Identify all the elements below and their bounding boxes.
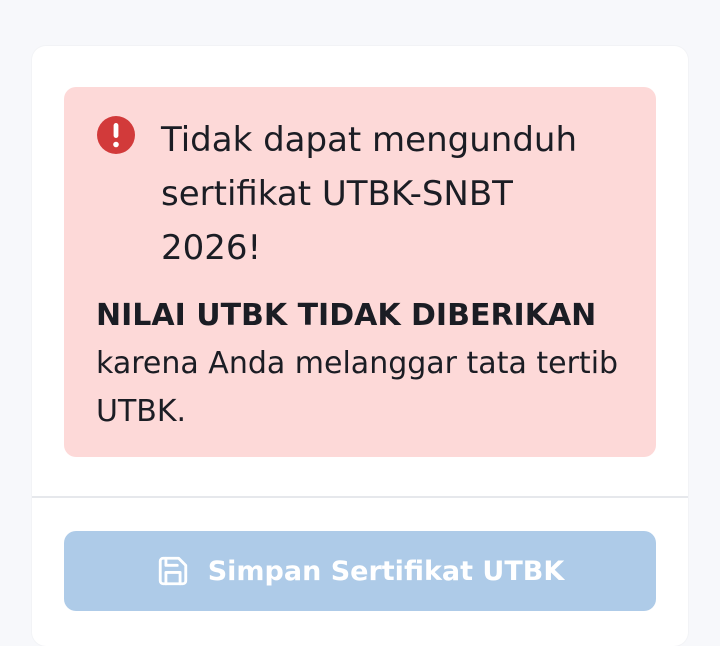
certificate-card: Tidak dapat mengunduh sertifikat UTBK-SN… [32, 46, 688, 646]
save-certificate-label: Simpan Sertifikat UTBK [207, 555, 565, 587]
alert-message-text: karena Anda melanggar tata tertib UTBK. [96, 346, 619, 429]
alert-emphasis: NILAI UTBK TIDAK DIBERIKAN [96, 298, 597, 333]
save-certificate-button[interactable]: Simpan Sertifikat UTBK [64, 531, 656, 611]
exclamation-circle-icon [96, 115, 136, 155]
divider [32, 496, 688, 498]
alert-message: NILAI UTBK TIDAK DIBERIKAN karena Anda m… [96, 292, 636, 436]
alert-title: Tidak dapat mengunduh sertifikat UTBK-SN… [161, 120, 578, 268]
error-alert: Tidak dapat mengunduh sertifikat UTBK-SN… [64, 87, 656, 457]
save-icon [156, 554, 190, 588]
